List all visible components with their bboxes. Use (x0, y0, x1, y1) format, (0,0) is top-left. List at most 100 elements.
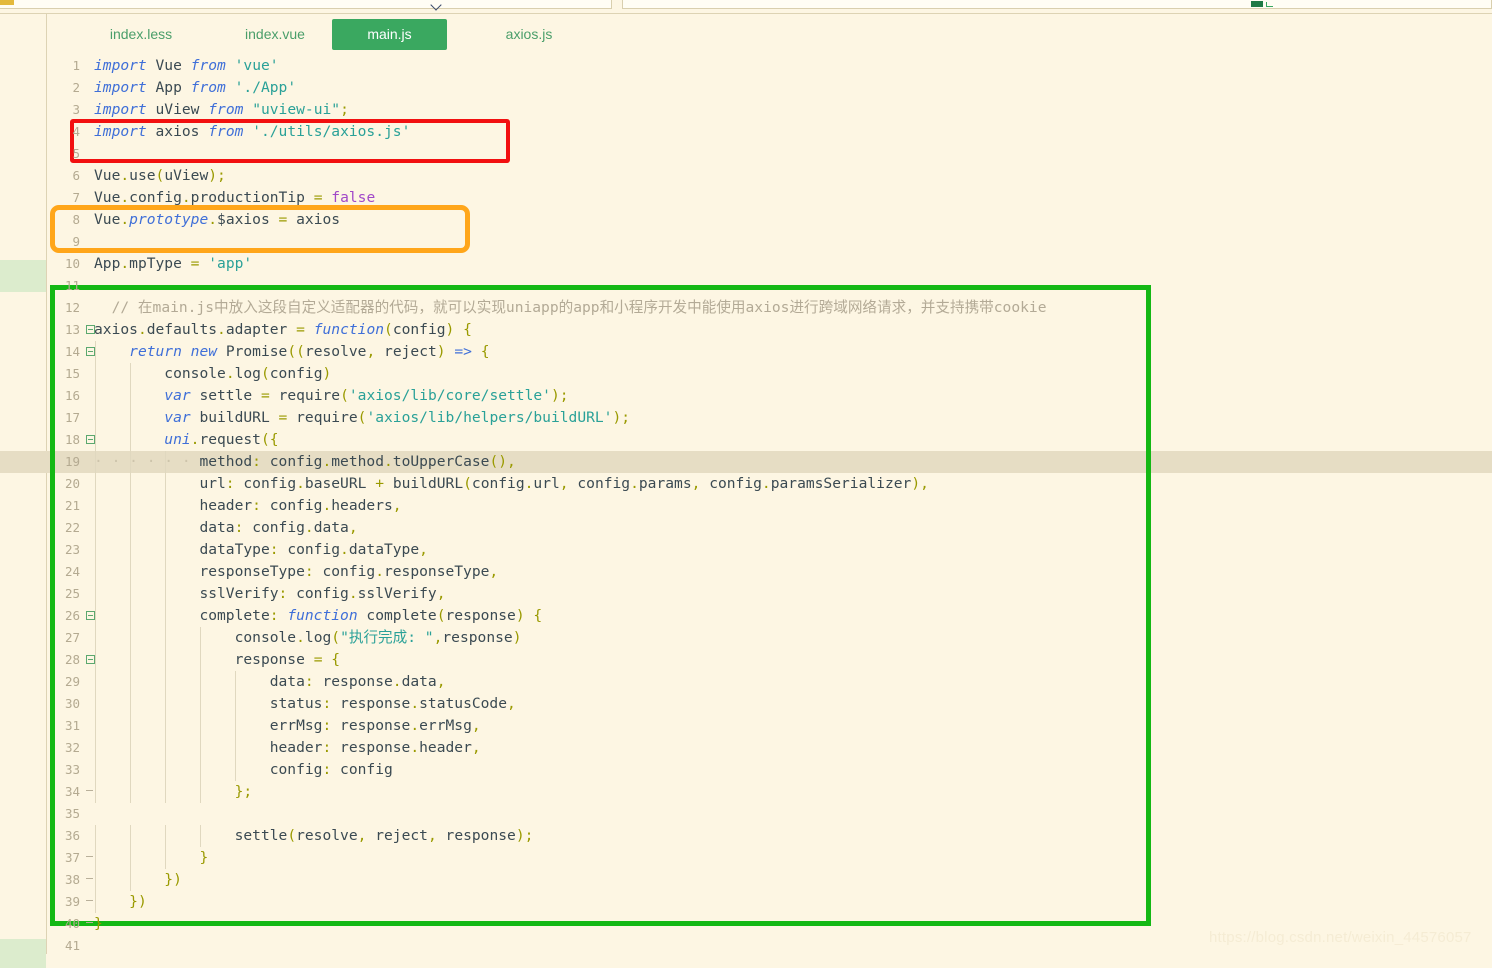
line-number: 13 (64, 322, 80, 337)
code-text: Vue.prototype.$axios = axios (94, 211, 341, 228)
code-line[interactable]: 38 }) (48, 869, 1492, 891)
vcs-marker-gutter (0, 14, 47, 968)
line-number: 1 (72, 58, 80, 73)
code-line[interactable]: 15 console.log(config) (48, 363, 1492, 385)
code-line[interactable]: 27 console.log("执行完成: ",response) (48, 627, 1492, 649)
code-line[interactable]: 3 import uView from "uview-ui"; (48, 99, 1492, 121)
code-line[interactable]: 24 responseType: config.responseType, (48, 561, 1492, 583)
code-line[interactable]: 2 import App from './App' (48, 77, 1492, 99)
tab-main-js[interactable]: main.js (332, 19, 447, 50)
line-number: 15 (64, 366, 80, 381)
line-number: 23 (64, 542, 80, 557)
code-line[interactable]: 10 App.mpType = 'app' (48, 253, 1492, 275)
code-line[interactable]: 26 complete: function complete(response)… (48, 605, 1492, 627)
code-line[interactable]: 11 (48, 275, 1492, 297)
window-chrome-strip (0, 0, 1492, 14)
tab-index-vue[interactable]: index.vue (220, 19, 330, 50)
line-number: 27 (64, 630, 80, 645)
code-text: sslVerify: config.sslVerify, (199, 585, 446, 602)
line-number: 8 (72, 212, 80, 227)
line-number: 34 (64, 784, 80, 799)
code-editor[interactable]: 1 import Vue from 'vue' 2 import App from '… (0, 55, 1492, 954)
code-text: // 在main.js中放入这段自定义适配器的代码，就可以实现uniapp的ap… (111, 299, 1047, 316)
code-line[interactable]: 23 dataType: config.dataType, (48, 539, 1492, 561)
line-number: 10 (64, 256, 80, 271)
line-number: 26 (64, 608, 80, 623)
code-line[interactable]: 36 settle(resolve, reject, response); (48, 825, 1492, 847)
line-number: 5 (72, 146, 80, 161)
code-line[interactable]: 39 }) (48, 891, 1492, 913)
code-text: }) (164, 871, 182, 888)
code-line[interactable]: 29 data: response.data, (48, 671, 1492, 693)
code-text: var settle = require('axios/lib/core/set… (164, 387, 569, 404)
line-number: 31 (64, 718, 80, 733)
code-line[interactable]: 14 return new Promise((resolve, reject) … (48, 341, 1492, 363)
chrome-status-square-icon (1251, 1, 1263, 7)
line-number: 3 (72, 102, 80, 117)
line-number: 35 (64, 806, 80, 821)
code-line[interactable]: 22 data: config.data, (48, 517, 1492, 539)
code-text: axios.defaults.adapter = function(config… (94, 321, 472, 338)
code-line[interactable]: 31 errMsg: response.errMsg, (48, 715, 1492, 737)
code-line[interactable]: 8 Vue.prototype.$axios = axios (48, 209, 1492, 231)
tab-axios-js[interactable]: axios.js (474, 19, 584, 50)
code-text: console.log(config) (164, 365, 332, 382)
code-text: console.log("执行完成: ",response) (234, 629, 522, 646)
code-text: header: config.headers, (199, 497, 402, 514)
code-line[interactable]: 37 } (48, 847, 1492, 869)
code-line[interactable]: 21 header: config.headers, (48, 495, 1492, 517)
line-number: 2 (72, 80, 80, 95)
code-text: responseType: config.responseType, (199, 563, 499, 580)
code-line[interactable]: 17 var buildURL = require('axios/lib/hel… (48, 407, 1492, 429)
code-line[interactable]: 20 url: config.baseURL + buildURL(config… (48, 473, 1492, 495)
vcs-change-marker[interactable] (0, 260, 46, 292)
code-text: import axios from './utils/axios.js' (94, 123, 411, 140)
code-text: App.mpType = 'app' (94, 255, 253, 272)
code-line[interactable]: 13 axios.defaults.adapter = function(conf… (48, 319, 1492, 341)
chrome-tab-indicator (0, 0, 14, 5)
code-text: complete: function complete(response) { (199, 607, 543, 624)
line-number: 17 (64, 410, 80, 425)
code-line[interactable]: 7 Vue.config.productionTip = false (48, 187, 1492, 209)
code-line[interactable]: 25 sslVerify: config.sslVerify, (48, 583, 1492, 605)
line-number: 28 (64, 652, 80, 667)
code-line[interactable]: 1 import Vue from 'vue' (48, 55, 1492, 77)
line-number: 29 (64, 674, 80, 689)
code-text: }) (129, 893, 147, 910)
code-text: errMsg: response.errMsg, (269, 717, 481, 734)
line-number: 24 (64, 564, 80, 579)
code-text: }; (234, 783, 253, 800)
code-line[interactable]: 12 // 在main.js中放入这段自定义适配器的代码，就可以实现uniapp… (48, 297, 1492, 319)
code-line[interactable]: 5 (48, 143, 1492, 165)
code-line[interactable]: 16 var settle = require('axios/lib/core/… (48, 385, 1492, 407)
code-line[interactable]: 9 (48, 231, 1492, 253)
code-line[interactable]: 4 import axios from './utils/axios.js' (48, 121, 1492, 143)
line-number: 36 (64, 828, 80, 843)
code-text: status: response.statusCode, (269, 695, 516, 712)
code-text: return new Promise((resolve, reject) => … (129, 343, 490, 360)
code-line[interactable]: 34 }; (48, 781, 1492, 803)
code-text: uni.request({ (164, 431, 279, 448)
code-line[interactable]: 32 header: response.header, (48, 737, 1492, 759)
code-text: data: response.data, (269, 673, 446, 690)
code-line[interactable]: 35 (48, 803, 1492, 825)
code-line[interactable]: 30 status: response.statusCode, (48, 693, 1492, 715)
code-text: data: config.data, (199, 519, 358, 536)
code-text: Vue.config.productionTip = false (94, 189, 376, 206)
code-line[interactable]: 6 Vue.use(uView); (48, 165, 1492, 187)
code-text: Vue.use(uView); (94, 167, 226, 184)
code-text: url: config.baseURL + buildURL(config.ur… (199, 475, 929, 492)
tab-index-less[interactable]: index.less (86, 19, 196, 50)
code-text: } (94, 915, 103, 932)
code-line[interactable]: 33 config: config (48, 759, 1492, 781)
code-line[interactable]: 18 uni.request({ (48, 429, 1492, 451)
check-icon (1266, 2, 1273, 7)
line-number: 11 (64, 278, 80, 293)
line-number: 38 (64, 872, 80, 887)
line-number: 33 (64, 762, 80, 777)
line-number: 14 (64, 344, 80, 359)
line-number: 21 (64, 498, 80, 513)
code-line[interactable]: 28 response = { (48, 649, 1492, 671)
code-line[interactable]: 19 · · · · · · method: config.method.toUp… (0, 451, 1492, 473)
code-text: } (199, 849, 209, 866)
